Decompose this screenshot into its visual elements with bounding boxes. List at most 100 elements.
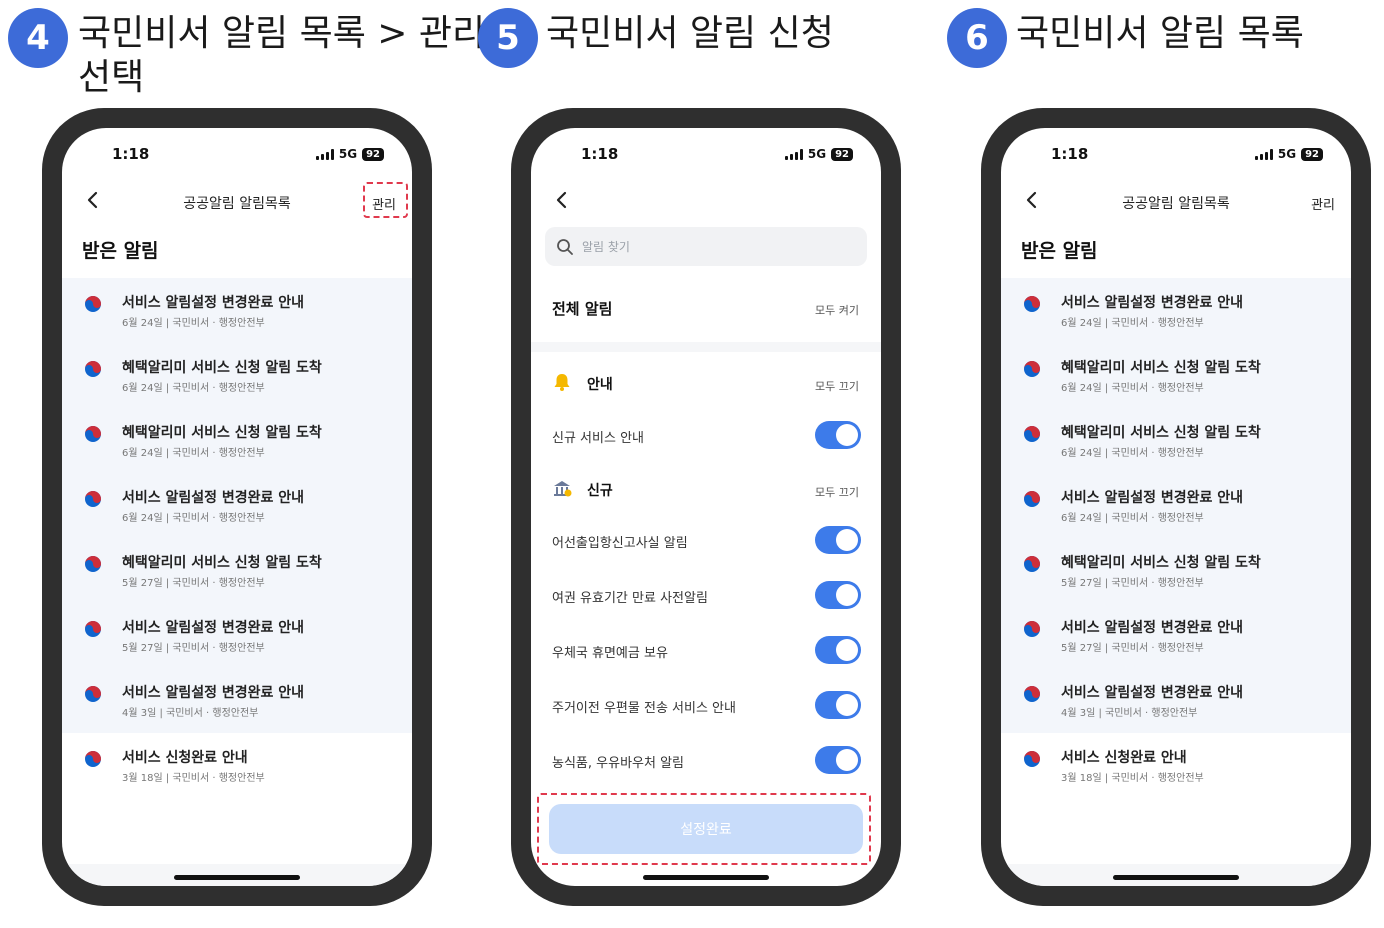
- setting-row: 어선출입항신고사실 알림: [531, 523, 881, 557]
- status-time: 1:18: [1051, 145, 1089, 163]
- signal-icon: [1254, 148, 1273, 160]
- taegeuk-logo-icon: [1023, 685, 1041, 703]
- list-item[interactable]: 서비스 알림설정 변경완료 안내 6월 24일 | 국민비서 · 행정안전부: [1001, 473, 1351, 538]
- section-header: 받은 알림: [82, 240, 159, 262]
- notification-meta: 5월 27일 | 국민비서 · 행정안전부: [1061, 578, 1204, 589]
- list-item[interactable]: 혜택알리미 서비스 신청 알림 도착 6월 24일 | 국민비서 · 행정안전부: [62, 408, 412, 473]
- nav-bar: [531, 178, 881, 224]
- list-item[interactable]: 서비스 알림설정 변경완료 안내 5월 27일 | 국민비서 · 행정안전부: [62, 603, 412, 668]
- taegeuk-logo-icon: [84, 360, 102, 378]
- notification-list-screen: 1:18 5G 92 공공알림 알림목록 관리 받은 알림 서비스 알림설정 변…: [1001, 128, 1351, 886]
- notification-title: 서비스 알림설정 변경완료 안내: [1061, 685, 1244, 701]
- network-label: 5G: [1277, 147, 1297, 161]
- setting-row: 주거이전 우편물 전송 서비스 안내: [531, 688, 881, 722]
- category-info-label: 안내: [587, 377, 613, 393]
- setting-label: 농식품, 우유바우처 알림: [552, 756, 684, 771]
- turn-off-new-button[interactable]: 모두 끄기: [815, 484, 859, 500]
- taegeuk-logo-icon: [1023, 750, 1041, 768]
- search-icon: [557, 239, 573, 255]
- taegeuk-logo-icon: [1023, 555, 1041, 573]
- notification-meta: 4월 3일 | 국민비서 · 행정안전부: [122, 708, 259, 719]
- step-title-line2: 선택: [78, 57, 145, 98]
- notification-title: 서비스 신청완료 안내: [122, 750, 248, 766]
- toggle-switch[interactable]: [815, 526, 861, 554]
- battery-icon: 92: [831, 147, 853, 161]
- notification-title: 서비스 알림설정 변경완료 안내: [122, 685, 305, 701]
- category-new-row: 신규 모두 끄기: [531, 474, 881, 504]
- list-item[interactable]: 혜택알리미 서비스 신청 알림 도착 5월 27일 | 국민비서 · 행정안전부: [62, 538, 412, 603]
- notification-meta: 6월 24일 | 국민비서 · 행정안전부: [122, 448, 265, 459]
- list-item[interactable]: 서비스 알림설정 변경완료 안내 5월 27일 | 국민비서 · 행정안전부: [1001, 603, 1351, 668]
- list-item[interactable]: 서비스 알림설정 변경완료 안내 6월 24일 | 국민비서 · 행정안전부: [62, 278, 412, 343]
- phone-frame-step-5: 1:18 5G 92 알림 찾기 전체 알림 모두 켜기 안내 모두 끄기 신규…: [511, 108, 901, 906]
- notification-title: 서비스 신청완료 안내: [1061, 750, 1187, 766]
- notification-title: 혜택알리미 서비스 신청 알림 도착: [1061, 425, 1261, 441]
- all-notifications-row: 전체 알림 모두 켜기: [531, 294, 881, 324]
- back-arrow-icon[interactable]: [549, 188, 573, 212]
- setting-label: 우체국 휴면예금 보유: [552, 646, 668, 661]
- notification-title: 혜택알리미 서비스 신청 알림 도착: [1061, 555, 1261, 571]
- all-notifications-label: 전체 알림: [552, 300, 613, 318]
- turn-off-info-button[interactable]: 모두 끄기: [815, 378, 859, 394]
- status-bar: 1:18 5G 92: [531, 128, 881, 178]
- network-label: 5G: [338, 147, 358, 161]
- nav-bar: 공공알림 알림목록 관리: [1001, 178, 1351, 224]
- notification-title: 서비스 알림설정 변경완료 안내: [1061, 620, 1244, 636]
- list-item[interactable]: 서비스 알림설정 변경완료 안내 6월 24일 | 국민비서 · 행정안전부: [62, 473, 412, 538]
- list-item[interactable]: 서비스 알림설정 변경완료 안내 6월 24일 | 국민비서 · 행정안전부: [1001, 278, 1351, 343]
- setting-label: 신규 서비스 안내: [552, 431, 644, 446]
- taegeuk-logo-icon: [84, 295, 102, 313]
- search-placeholder: 알림 찾기: [582, 240, 630, 254]
- taegeuk-logo-icon: [1023, 490, 1041, 508]
- highlight-box: [537, 793, 871, 865]
- setting-row: 우체국 휴면예금 보유: [531, 633, 881, 667]
- list-item[interactable]: 서비스 신청완료 안내 3월 18일 | 국민비서 · 행정안전부: [62, 733, 412, 798]
- notification-meta: 5월 27일 | 국민비서 · 행정안전부: [122, 643, 265, 654]
- nav-bar: 공공알림 알림목록 관리: [62, 178, 412, 224]
- notification-list-screen: 1:18 5G 92 공공알림 알림목록 관리 받은 알림 서비스 알림설정 변…: [62, 128, 412, 886]
- notification-meta: 6월 24일 | 국민비서 · 행정안전부: [1061, 318, 1204, 329]
- notification-title: 서비스 알림설정 변경완료 안내: [122, 490, 305, 506]
- notification-title: 서비스 알림설정 변경완료 안내: [122, 620, 305, 636]
- notification-list: 서비스 알림설정 변경완료 안내 6월 24일 | 국민비서 · 행정안전부 혜택알…: [1001, 278, 1351, 798]
- taegeuk-logo-icon: [1023, 620, 1041, 638]
- list-item[interactable]: 서비스 알림설정 변경완료 안내 4월 3일 | 국민비서 · 행정안전부: [1001, 668, 1351, 733]
- signal-icon: [315, 148, 334, 160]
- turn-all-on-button[interactable]: 모두 켜기: [815, 302, 859, 318]
- notification-title: 서비스 알림설정 변경완료 안내: [1061, 490, 1244, 506]
- phone-frame-step-6: 1:18 5G 92 공공알림 알림목록 관리 받은 알림 서비스 알림설정 변…: [981, 108, 1371, 906]
- taegeuk-logo-icon: [84, 685, 102, 703]
- nav-title: 공공알림 알림목록: [1122, 196, 1230, 212]
- search-input[interactable]: 알림 찾기: [545, 227, 867, 266]
- manage-button[interactable]: 관리: [1311, 194, 1335, 213]
- list-item[interactable]: 서비스 신청완료 안내 3월 18일 | 국민비서 · 행정안전부: [1001, 733, 1351, 798]
- list-item[interactable]: 혜택알리미 서비스 신청 알림 도착 6월 24일 | 국민비서 · 행정안전부: [62, 343, 412, 408]
- list-item[interactable]: 혜택알리미 서비스 신청 알림 도착 6월 24일 | 국민비서 · 행정안전부: [1001, 343, 1351, 408]
- taegeuk-logo-icon: [84, 750, 102, 768]
- notification-meta: 3월 18일 | 국민비서 · 행정안전부: [122, 773, 265, 784]
- taegeuk-logo-icon: [84, 425, 102, 443]
- section-header: 받은 알림: [1021, 240, 1098, 262]
- notification-list: 서비스 알림설정 변경완료 안내 6월 24일 | 국민비서 · 행정안전부 혜택알…: [62, 278, 412, 798]
- setting-row: 신규 서비스 안내: [531, 418, 881, 452]
- notification-title: 혜택알리미 서비스 신청 알림 도착: [122, 360, 322, 376]
- notification-settings-screen: 1:18 5G 92 알림 찾기 전체 알림 모두 켜기 안내 모두 끄기 신규…: [531, 128, 881, 886]
- list-item[interactable]: 혜택알리미 서비스 신청 알림 도착 6월 24일 | 국민비서 · 행정안전부: [1001, 408, 1351, 473]
- list-item[interactable]: 혜택알리미 서비스 신청 알림 도착 5월 27일 | 국민비서 · 행정안전부: [1001, 538, 1351, 603]
- step-title: 국민비서 알림 신청: [546, 13, 834, 54]
- toggle-switch[interactable]: [815, 581, 861, 609]
- home-indicator: [1113, 875, 1239, 880]
- step-number-badge: 4: [8, 8, 68, 68]
- toggle-switch[interactable]: [815, 421, 861, 449]
- toggle-switch[interactable]: [815, 636, 861, 664]
- taegeuk-logo-icon: [1023, 295, 1041, 313]
- list-item[interactable]: 서비스 알림설정 변경완료 안내 4월 3일 | 국민비서 · 행정안전부: [62, 668, 412, 733]
- taegeuk-logo-icon: [1023, 425, 1041, 443]
- toggle-switch[interactable]: [815, 691, 861, 719]
- toggle-switch[interactable]: [815, 746, 861, 774]
- status-bar: 1:18 5G 92: [62, 128, 412, 178]
- step-number-badge: 5: [478, 8, 538, 68]
- notification-meta: 6월 24일 | 국민비서 · 행정안전부: [122, 383, 265, 394]
- section-divider: [531, 342, 881, 352]
- category-new-label: 신규: [587, 483, 613, 499]
